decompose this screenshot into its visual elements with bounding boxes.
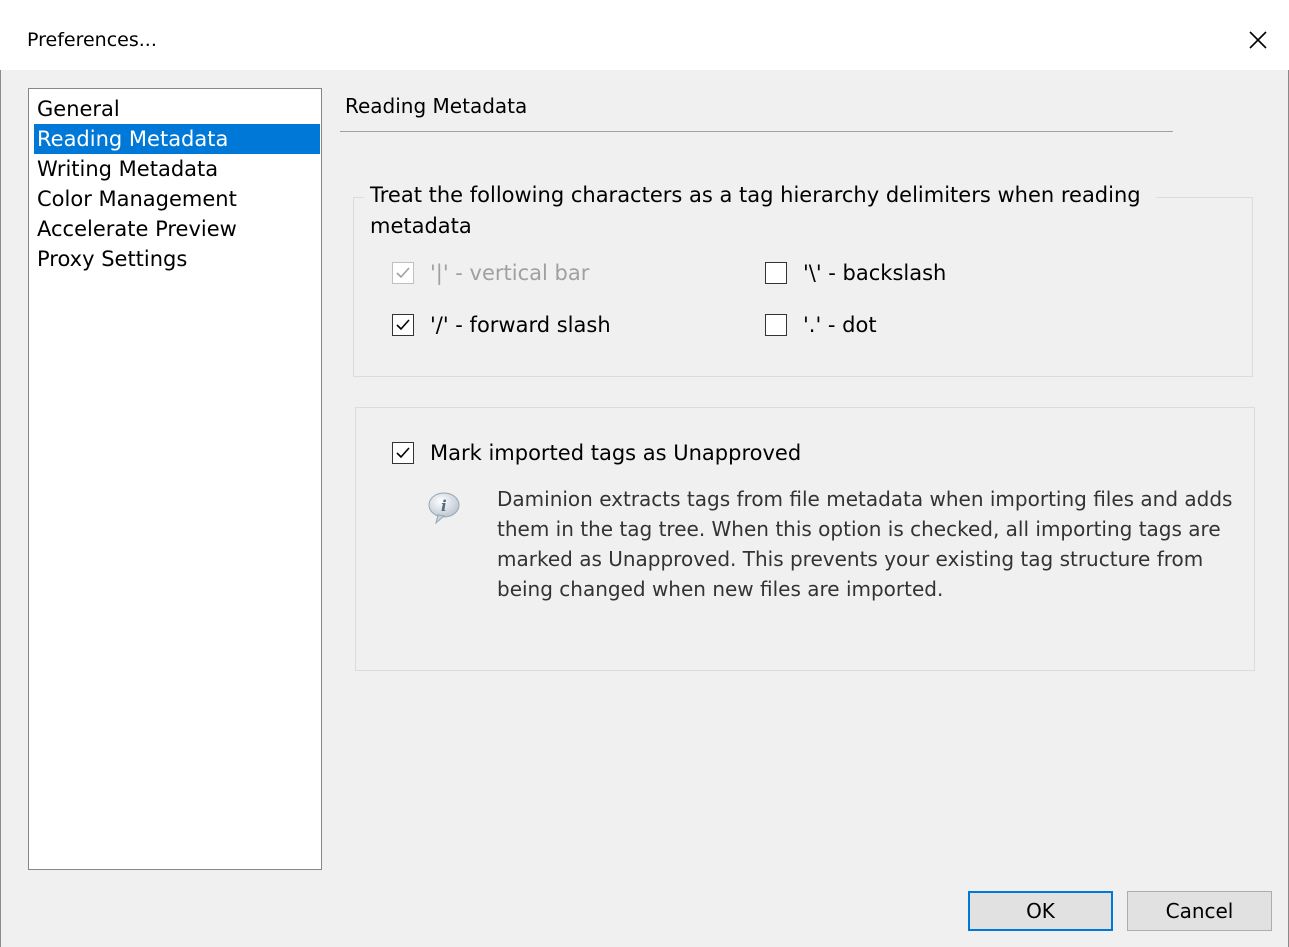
window-frame-left [0,0,1,947]
sidebar-item-color-management[interactable]: Color Management [34,184,320,214]
sidebar-item-label: Reading Metadata [37,127,229,151]
sidebar-item-proxy-settings[interactable]: Proxy Settings [34,244,320,274]
info-description: Daminion extracts tags from file metadat… [497,487,1233,601]
checkbox-box [392,262,414,284]
delimiters-group-title: Treat the following characters as a tag … [364,180,1156,242]
section-title: Reading Metadata [345,94,528,118]
close-icon [1249,31,1267,49]
category-list[interactable]: General Reading Metadata Writing Metadat… [28,88,322,870]
checkbox-label: Mark imported tags as Unapproved [430,441,802,465]
close-button[interactable] [1243,25,1273,55]
check-icon [396,319,410,331]
sidebar-item-general[interactable]: General [34,94,320,124]
sidebar-item-label: General [37,97,120,121]
check-icon [396,267,410,279]
section-divider [340,131,1173,132]
checkbox-label: '/' - forward slash [430,313,611,337]
cancel-button[interactable]: Cancel [1127,891,1272,931]
sidebar-item-accelerate-preview[interactable]: Accelerate Preview [34,214,320,244]
check-icon [396,447,410,459]
checkbox-label: '|' - vertical bar [430,261,590,285]
checkbox-box [392,442,414,464]
checkbox-box [765,314,787,336]
sidebar-item-label: Accelerate Preview [37,217,237,241]
checkbox-box [392,314,414,336]
checkbox-box [765,262,787,284]
checkbox-label: '\' - backslash [803,261,947,285]
sidebar-item-reading-metadata[interactable]: Reading Metadata [34,124,320,154]
sidebar-item-label: Writing Metadata [37,157,219,181]
sidebar-item-label: Color Management [37,187,237,211]
sidebar-item-label: Proxy Settings [37,247,188,271]
info-icon: i [424,490,464,526]
title-bar: Preferences... [0,0,1289,70]
window-title: Preferences... [27,29,157,51]
svg-text:i: i [441,497,447,515]
checkbox-label: '.' - dot [803,313,877,337]
ok-button[interactable]: OK [968,891,1113,931]
sidebar-item-writing-metadata[interactable]: Writing Metadata [34,154,320,184]
